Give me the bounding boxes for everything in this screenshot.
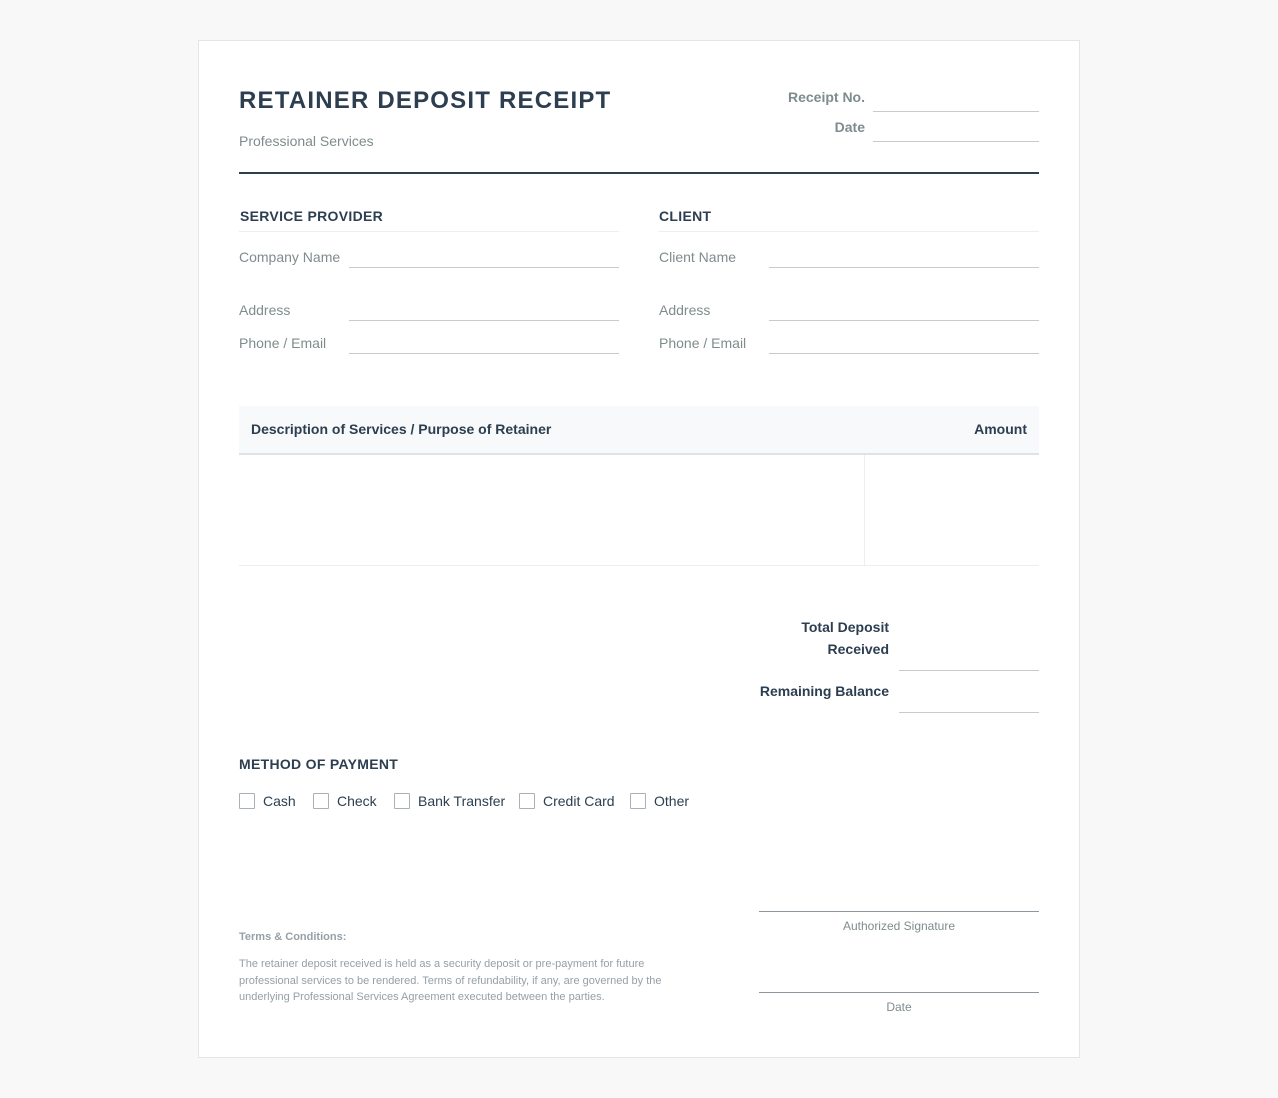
- credit-card-checkbox[interactable]: [519, 793, 535, 809]
- client-heading: CLIENT: [659, 208, 712, 224]
- client-heading-divider: [659, 231, 1039, 232]
- payment-method-heading: METHOD OF PAYMENT: [239, 756, 399, 772]
- client-address-label: Address: [659, 302, 711, 318]
- other-checkbox[interactable]: [630, 793, 646, 809]
- check-checkbox[interactable]: [313, 793, 329, 809]
- remaining-balance-field[interactable]: [899, 712, 1039, 713]
- receipt-number-label: Receipt No.: [787, 89, 865, 105]
- total-deposit-field[interactable]: [899, 670, 1039, 671]
- remaining-balance-label: Remaining Balance: [759, 683, 889, 699]
- receipt-date-field[interactable]: [873, 141, 1039, 142]
- provider-contact-label: Phone / Email: [239, 335, 327, 351]
- bank-transfer-label: Bank Transfer: [418, 793, 506, 809]
- receipt-number-field[interactable]: [873, 111, 1039, 112]
- client-address-field[interactable]: [769, 320, 1039, 321]
- bank-transfer-checkbox[interactable]: [394, 793, 410, 809]
- document-subtitle: Professional Services: [239, 133, 374, 149]
- header-divider: [239, 172, 1039, 174]
- client-contact-label: Phone / Email: [659, 335, 747, 351]
- authorized-signature-line[interactable]: [759, 911, 1039, 912]
- service-provider-heading: SERVICE PROVIDER: [240, 208, 384, 224]
- amount-cell[interactable]: [865, 455, 1039, 565]
- total-deposit-label: Total Deposit Received: [719, 616, 889, 660]
- document-title: RETAINER DEPOSIT RECEIPT: [239, 87, 612, 114]
- receipt-date-label: Date: [834, 119, 865, 135]
- terms-heading: Terms & Conditions:: [239, 931, 347, 943]
- provider-heading-divider: [239, 231, 619, 232]
- client-contact-field[interactable]: [769, 353, 1039, 354]
- services-table-header: Description of Services / Purpose of Ret…: [239, 406, 1039, 455]
- client-name-field[interactable]: [769, 267, 1039, 268]
- signature-date-caption: Date: [886, 1000, 912, 1014]
- total-deposit-label-line2: Received: [827, 641, 889, 657]
- provider-company-field[interactable]: [349, 267, 619, 268]
- authorized-signature-caption: Authorized Signature: [842, 919, 956, 933]
- provider-company-label: Company Name: [239, 249, 341, 265]
- total-deposit-label-line1: Total Deposit: [801, 619, 889, 635]
- client-name-label: Client Name: [659, 249, 737, 265]
- signature-date-line[interactable]: [759, 992, 1039, 993]
- cash-label: Cash: [263, 793, 296, 809]
- other-label: Other: [654, 793, 690, 809]
- services-table-body: [239, 455, 1039, 566]
- receipt-document: RETAINER DEPOSIT RECEIPT Professional Se…: [198, 40, 1080, 1058]
- amount-column-header: Amount: [974, 421, 1027, 437]
- description-column-header: Description of Services / Purpose of Ret…: [251, 421, 552, 437]
- provider-address-field[interactable]: [349, 320, 619, 321]
- check-label: Check: [337, 793, 377, 809]
- credit-card-label: Credit Card: [543, 793, 615, 809]
- cash-checkbox[interactable]: [239, 793, 255, 809]
- provider-contact-field[interactable]: [349, 353, 619, 354]
- terms-text: The retainer deposit received is held as…: [239, 958, 662, 1003]
- provider-address-label: Address: [239, 302, 291, 318]
- description-cell[interactable]: [239, 455, 864, 565]
